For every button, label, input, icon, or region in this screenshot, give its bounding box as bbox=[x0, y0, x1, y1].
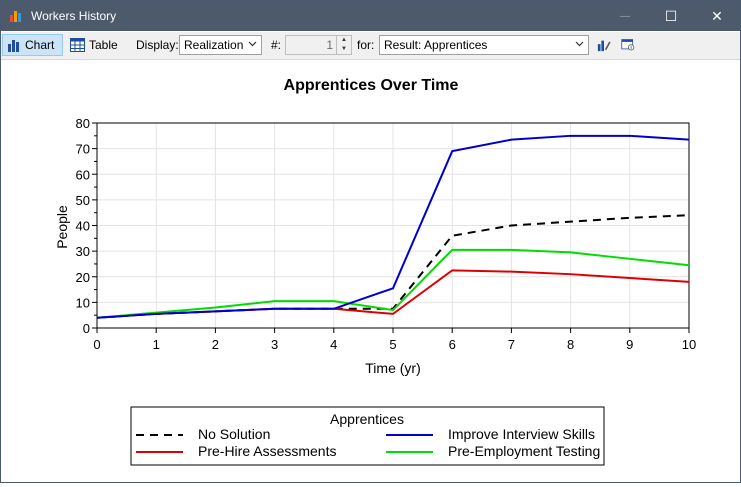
legend-title: Apprentices bbox=[330, 411, 404, 427]
y-tick-label: 10 bbox=[76, 295, 90, 310]
app-chart-icon bbox=[10, 11, 21, 22]
window-title: Workers History bbox=[31, 9, 117, 23]
y-tick-label: 70 bbox=[76, 142, 90, 157]
chart-button[interactable]: Chart bbox=[2, 34, 63, 56]
y-axis-label: People bbox=[54, 205, 70, 249]
stepper-arrows[interactable]: ▲ ▼ bbox=[336, 36, 351, 54]
x-tick-label: 1 bbox=[153, 337, 160, 352]
display-value: Realization bbox=[184, 38, 244, 52]
chart-settings-icon bbox=[597, 40, 611, 52]
chart-icon bbox=[8, 40, 19, 52]
realization-number-stepper[interactable]: 1 ▲ ▼ bbox=[285, 35, 352, 55]
x-tick-label: 3 bbox=[271, 337, 278, 352]
y-tick-label: 60 bbox=[76, 167, 90, 182]
x-tick-label: 2 bbox=[212, 337, 219, 352]
chart-title: Apprentices Over Time bbox=[284, 77, 459, 94]
x-tick-label: 8 bbox=[567, 337, 574, 352]
chart-settings-button[interactable] bbox=[593, 34, 615, 56]
x-tick-label: 5 bbox=[389, 337, 396, 352]
chart-area: Apprentices Over Time 0 1 2 3 4 5 6 7 8 9 10 0 10 20 3… bbox=[1, 60, 740, 482]
chevron-down-icon bbox=[248, 41, 257, 47]
legend-label: Pre-Hire Assessments bbox=[198, 443, 336, 459]
apprentices-chart: Apprentices Over Time 0 1 2 3 4 5 6 7 8 9 10 0 10 20 3… bbox=[54, 77, 696, 466]
y-tick-label: 20 bbox=[76, 270, 90, 285]
number-value: 1 bbox=[326, 38, 333, 52]
y-tick-label: 50 bbox=[76, 193, 90, 208]
close-icon: ✕ bbox=[711, 7, 723, 24]
y-tick-label: 40 bbox=[76, 219, 90, 234]
number-label: #: bbox=[271, 38, 282, 52]
maximize-button[interactable]: ☐ bbox=[648, 1, 694, 31]
toolbar: Chart Table Display: Realization #: 1 ▲ ▼… bbox=[1, 32, 740, 60]
for-label: for: bbox=[357, 38, 375, 52]
x-tick-label: 7 bbox=[508, 337, 515, 352]
export-button[interactable] bbox=[617, 34, 639, 56]
x-tick-label: 10 bbox=[682, 337, 696, 352]
legend-label: Pre-Employment Testing bbox=[448, 443, 600, 459]
x-tick-label: 6 bbox=[449, 337, 456, 352]
close-button[interactable]: ✕ bbox=[694, 1, 740, 31]
x-tick-label: 4 bbox=[330, 337, 337, 352]
export-icon bbox=[621, 39, 635, 51]
y-tick-label: 0 bbox=[83, 321, 90, 336]
title-bar[interactable]: Workers History — ☐ ✕ bbox=[1, 1, 740, 31]
x-axis-label: Time (yr) bbox=[365, 360, 420, 376]
y-tick-label: 80 bbox=[76, 116, 90, 131]
result-select[interactable]: Result: Apprentices bbox=[379, 35, 589, 55]
table-button[interactable]: Table bbox=[66, 34, 122, 56]
chart-button-label: Chart bbox=[25, 38, 55, 52]
legend: Apprentices No Solution Improve Interview… bbox=[130, 406, 605, 466]
workers-history-window: Workers History — ☐ ✕ Chart Table Displa… bbox=[0, 0, 741, 483]
table-button-label: Table bbox=[89, 38, 118, 52]
chevron-down-icon bbox=[575, 41, 584, 47]
display-label: Display: bbox=[136, 38, 179, 52]
x-tick-label: 9 bbox=[626, 337, 633, 352]
table-icon bbox=[70, 38, 85, 52]
minimize-icon: — bbox=[620, 10, 630, 22]
x-tick-label: 0 bbox=[93, 337, 100, 352]
maximize-icon: ☐ bbox=[664, 7, 678, 24]
y-tick-label: 30 bbox=[76, 244, 90, 259]
minimize-button[interactable]: — bbox=[602, 1, 648, 31]
result-value: Result: Apprentices bbox=[384, 38, 488, 52]
legend-label: No Solution bbox=[198, 426, 270, 442]
legend-label: Improve Interview Skills bbox=[448, 426, 595, 442]
display-select[interactable]: Realization bbox=[179, 35, 262, 55]
